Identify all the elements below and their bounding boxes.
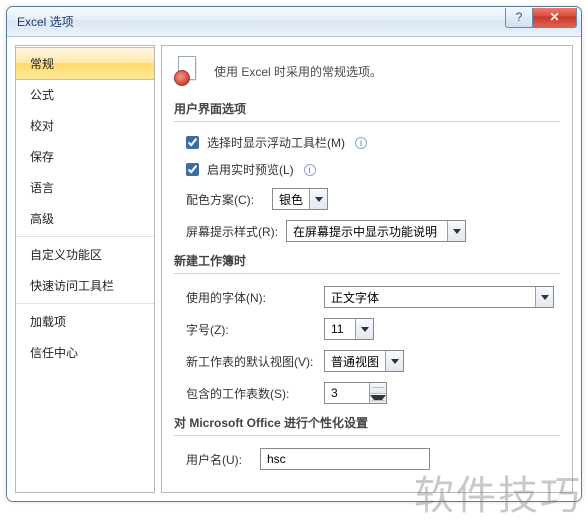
username-label: 用户名(U): xyxy=(186,451,252,468)
spinner-down-icon[interactable] xyxy=(370,394,386,404)
minibar-checkbox[interactable] xyxy=(186,136,199,149)
livepreview-label: 启用实时预览(L) xyxy=(207,161,294,178)
row-defaultview: 新工作表的默认视图(V): 普通视图 xyxy=(186,350,560,372)
dropdown-arrow-icon xyxy=(309,189,327,209)
defaultview-combo[interactable]: 普通视图 xyxy=(324,350,404,372)
row-colorscheme: 配色方案(C): 银色 xyxy=(186,188,560,210)
category-sidebar: 常规公式校对保存语言高级自定义功能区快速访问工具栏加载项信任中心 xyxy=(15,45,155,493)
sidebar-item[interactable]: 语言 xyxy=(16,172,154,203)
fontsize-value: 11 xyxy=(325,319,355,339)
defaultview-label: 新工作表的默认视图(V): xyxy=(186,353,316,370)
colorscheme-label: 配色方案(C): xyxy=(186,191,264,208)
tooltipstyle-combo[interactable]: 在屏幕提示中显示功能说明 xyxy=(286,220,466,242)
options-icon xyxy=(174,56,204,86)
sidebar-item[interactable]: 快速访问工具栏 xyxy=(16,270,154,301)
section-personal-title: 对 Microsoft Office 进行个性化设置 xyxy=(174,414,560,436)
defaultview-value: 普通视图 xyxy=(325,351,385,371)
options-dialog: Excel 选项 ? ✕ 常规公式校对保存语言高级自定义功能区快速访问工具栏加载… xyxy=(6,6,582,502)
spinner-up-icon[interactable] xyxy=(370,383,386,394)
sidebar-item[interactable]: 高级 xyxy=(16,203,154,234)
sidebar-item[interactable]: 校对 xyxy=(16,110,154,141)
username-input[interactable] xyxy=(260,448,430,470)
sheetcount-label: 包含的工作表数(S): xyxy=(186,385,316,402)
sidebar-item[interactable]: 自定义功能区 xyxy=(16,239,154,270)
header-text: 使用 Excel 时采用的常规选项。 xyxy=(214,63,382,80)
tooltipstyle-value: 在屏幕提示中显示功能说明 xyxy=(287,221,447,241)
dropdown-arrow-icon xyxy=(447,221,465,241)
section-newwb-title: 新建工作簿时 xyxy=(174,252,560,274)
row-minibar: 选择时显示浮动工具栏(M) i xyxy=(186,134,560,151)
sheetcount-spinner[interactable]: 3 xyxy=(324,382,387,404)
titlebar: Excel 选项 ? ✕ xyxy=(7,7,581,37)
row-sheetcount: 包含的工作表数(S): 3 xyxy=(186,382,560,404)
content-pane: 使用 Excel 时采用的常规选项。 用户界面选项 选择时显示浮动工具栏(M) … xyxy=(161,45,573,493)
close-button[interactable]: ✕ xyxy=(533,8,577,28)
info-icon[interactable]: i xyxy=(355,137,367,149)
colorscheme-combo[interactable]: 银色 xyxy=(272,188,328,210)
dropdown-arrow-icon xyxy=(535,287,553,307)
window-title: Excel 选项 xyxy=(17,13,505,30)
fontsize-combo[interactable]: 11 xyxy=(324,318,374,340)
minibar-label: 选择时显示浮动工具栏(M) xyxy=(207,134,345,151)
font-value: 正文字体 xyxy=(325,287,535,307)
dropdown-arrow-icon xyxy=(355,319,373,339)
row-fontsize: 字号(Z): 11 xyxy=(186,318,560,340)
livepreview-checkbox[interactable] xyxy=(186,163,199,176)
content-header: 使用 Excel 时采用的常规选项。 xyxy=(174,56,560,86)
help-button[interactable]: ? xyxy=(505,8,533,28)
font-combo[interactable]: 正文字体 xyxy=(324,286,554,308)
sidebar-separator xyxy=(16,236,154,237)
sidebar-item[interactable]: 公式 xyxy=(16,79,154,110)
sidebar-item[interactable]: 加载项 xyxy=(16,306,154,337)
fontsize-label: 字号(Z): xyxy=(186,321,316,338)
row-username: 用户名(U): xyxy=(186,448,560,470)
tooltipstyle-label: 屏幕提示样式(R): xyxy=(186,223,278,240)
sidebar-item[interactable]: 常规 xyxy=(16,47,154,80)
dialog-body: 常规公式校对保存语言高级自定义功能区快速访问工具栏加载项信任中心 使用 Exce… xyxy=(7,37,581,501)
row-font: 使用的字体(N): 正文字体 xyxy=(186,286,560,308)
sidebar-item[interactable]: 信任中心 xyxy=(16,337,154,368)
row-livepreview: 启用实时预览(L) i xyxy=(186,161,560,178)
colorscheme-value: 银色 xyxy=(273,189,309,209)
section-ui-title: 用户界面选项 xyxy=(174,100,560,122)
dropdown-arrow-icon xyxy=(385,351,403,371)
sidebar-item[interactable]: 保存 xyxy=(16,141,154,172)
row-tooltipstyle: 屏幕提示样式(R): 在屏幕提示中显示功能说明 xyxy=(186,220,560,242)
sheetcount-value: 3 xyxy=(325,383,369,403)
font-label: 使用的字体(N): xyxy=(186,289,316,306)
info-icon[interactable]: i xyxy=(304,164,316,176)
sidebar-separator xyxy=(16,303,154,304)
window-buttons: ? ✕ xyxy=(505,8,577,28)
